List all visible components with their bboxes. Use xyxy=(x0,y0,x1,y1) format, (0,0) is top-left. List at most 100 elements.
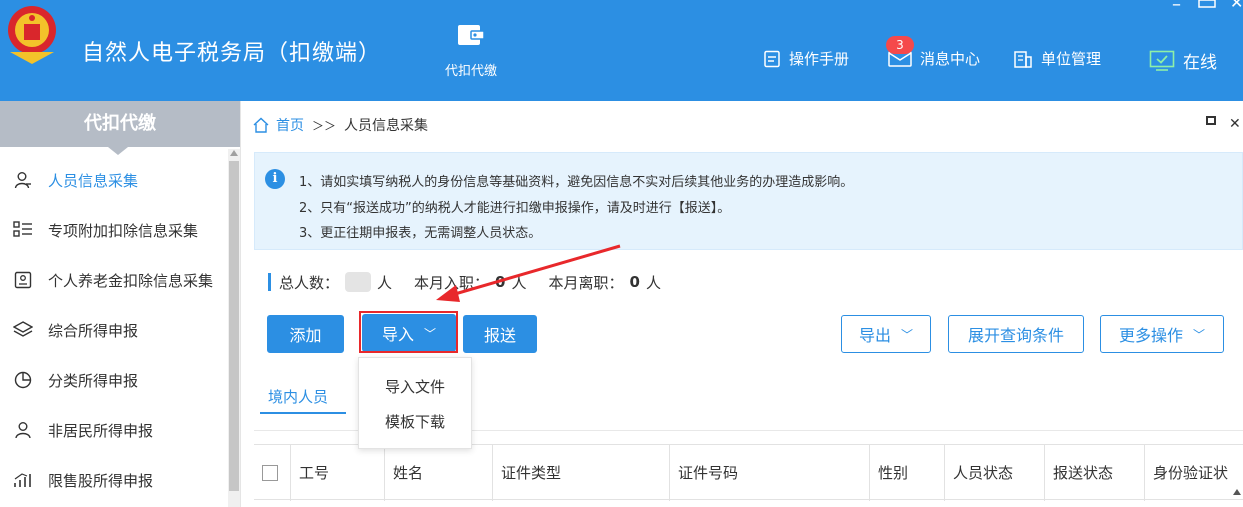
sidebar-item-label: 综合所得申报 xyxy=(48,321,139,340)
pension-card-icon xyxy=(12,271,34,289)
menu-item-import-file[interactable]: 导入文件 xyxy=(359,376,471,397)
table-scrollbar[interactable] xyxy=(1231,487,1243,507)
sidebar-item-label: 个人养老金扣除信息采集 xyxy=(48,271,214,290)
breadcrumb-current: 人员信息采集 xyxy=(344,118,429,134)
online-label: 在线 xyxy=(1183,53,1217,73)
joined-value: 0 xyxy=(495,273,506,291)
user-outline-icon xyxy=(12,421,34,439)
scroll-up-icon[interactable] xyxy=(230,150,238,156)
breadcrumb-home[interactable]: 首页 xyxy=(276,115,304,135)
column-header[interactable]: 证件类型 xyxy=(492,445,669,501)
column-header[interactable]: 人员状态 xyxy=(944,445,1044,501)
notice-line-3: 3、更正往期申报表，无需调整人员状态。 xyxy=(299,226,542,241)
sidebar-title: 代扣代缴 xyxy=(0,101,240,155)
manual-icon xyxy=(764,50,780,67)
total-unit: 人 xyxy=(377,273,393,292)
scrollbar-thumb[interactable] xyxy=(229,161,239,491)
online-status[interactable]: 在线 xyxy=(1149,48,1217,73)
left-label: 本月离职： xyxy=(548,273,624,292)
unit-label: 单位管理 xyxy=(1041,50,1102,68)
import-dropdown-menu: 导入文件 模板下载 xyxy=(358,357,472,449)
total-label: 总人数： xyxy=(279,273,340,292)
layers-icon xyxy=(12,321,34,339)
manual-link[interactable]: 操作手册 xyxy=(763,48,849,69)
module-label: 代扣代缴 xyxy=(444,64,497,79)
building-icon xyxy=(1014,50,1032,68)
column-header[interactable]: 工号 xyxy=(290,445,384,501)
column-header[interactable]: 性别 xyxy=(869,445,944,501)
submit-button-label: 报送 xyxy=(483,326,516,345)
restore-tab-icon[interactable] xyxy=(1205,114,1217,130)
left-unit: 人 xyxy=(645,273,661,292)
maximize-icon[interactable] xyxy=(1198,0,1216,12)
breadcrumb: 首页 ＞＞ 人员信息采集 xyxy=(252,115,428,135)
close-window-icon[interactable]: ✕ xyxy=(1230,0,1243,12)
info-notice: i 1、请如实填写纳税人的身份信息等基础资料，避免因信息不实对后续其他业务的办理… xyxy=(254,152,1243,250)
close-tab-icon[interactable]: ✕ xyxy=(1229,116,1241,132)
signal-icon xyxy=(12,471,34,489)
total-value-redacted xyxy=(345,272,372,292)
app-title: 自然人电子税务局（扣缴端） xyxy=(82,41,382,66)
annotation-highlight-box xyxy=(359,311,458,353)
left-value: 0 xyxy=(629,273,640,291)
personnel-stats: 总人数： 人 本月入职： 0 人 本月离职： 0 人 xyxy=(268,271,661,293)
unit-management-link[interactable]: 单位管理 xyxy=(1013,48,1101,69)
sidebar-scrollbar[interactable] xyxy=(228,149,240,507)
column-header[interactable]: 身份验证状 xyxy=(1144,445,1231,501)
app-header: 自然人电子税务局（扣缴端） 代扣代缴 操作手册 消息中心 3 单位管理 在线 –… xyxy=(0,0,1243,101)
chevron-down-icon: ﹀ xyxy=(901,327,914,342)
add-button[interactable]: 添加 xyxy=(267,315,344,353)
national-emblem-logo xyxy=(8,6,56,64)
menu-item-template-download[interactable]: 模板下载 xyxy=(359,411,471,432)
column-header[interactable]: 证件号码 xyxy=(669,445,869,501)
chevron-down-icon: ﹀ xyxy=(1193,327,1206,342)
sidebar: 代扣代缴 人员信息采集 专项附加扣除信息采集 个人养老金扣除信息采集 综合所得申… xyxy=(0,101,241,507)
home-icon[interactable] xyxy=(252,116,270,134)
sidebar-item-restricted-stock-income[interactable]: 限售股所得申报 xyxy=(0,455,228,505)
export-button-label: 导出 xyxy=(858,326,891,345)
notice-line-2: 2、只有“报送成功”的纳税人才能进行扣缴申报操作，请及时进行【报送】。 xyxy=(299,201,731,216)
sidebar-item-comprehensive-income[interactable]: 综合所得申报 xyxy=(0,305,228,355)
pie-icon xyxy=(12,371,34,389)
breadcrumb-separator: ＞＞ xyxy=(312,118,337,133)
more-actions-label: 更多操作 xyxy=(1118,326,1183,345)
message-label: 消息中心 xyxy=(920,50,981,68)
info-icon: i xyxy=(265,169,285,189)
tab-domestic-personnel[interactable]: 境内人员 xyxy=(268,386,328,407)
sidebar-item-personnel-info[interactable]: 人员信息采集 xyxy=(0,155,228,205)
sidebar-item-pension-deduction[interactable]: 个人养老金扣除信息采集 xyxy=(0,255,228,305)
module-daikou[interactable]: 代扣代缴 xyxy=(436,22,506,79)
sidebar-item-label: 非居民所得申报 xyxy=(48,421,154,440)
manual-label: 操作手册 xyxy=(789,50,850,68)
joined-label: 本月入职： xyxy=(414,273,490,292)
wallet-icon xyxy=(458,25,485,45)
joined-unit: 人 xyxy=(511,273,527,292)
scroll-up-icon[interactable] xyxy=(1233,489,1241,495)
sidebar-item-nonresident-income[interactable]: 非居民所得申报 xyxy=(0,405,228,455)
sidebar-item-label: 人员信息采集 xyxy=(48,171,139,190)
more-actions-button[interactable]: 更多操作 ﹀ xyxy=(1100,315,1224,353)
monitor-check-icon xyxy=(1149,50,1175,71)
active-tab-indicator xyxy=(260,412,346,414)
column-header[interactable]: 报送状态 xyxy=(1044,445,1144,501)
minimize-icon[interactable]: – xyxy=(1172,0,1181,14)
notice-line-1: 1、请如实填写纳税人的身份信息等基础资料，避免因信息不实对后续其他业务的办理造成… xyxy=(299,175,854,190)
person-icon xyxy=(12,171,34,189)
personnel-table-header: 工号 姓名 证件类型 证件号码 性别 人员状态 报送状态 身份验证状 xyxy=(254,444,1243,501)
expand-query-button[interactable]: 展开查询条件 xyxy=(948,315,1084,353)
submit-button[interactable]: 报送 xyxy=(463,315,537,353)
select-all-cell xyxy=(254,445,290,501)
message-count-badge: 3 xyxy=(886,36,914,54)
expand-query-label: 展开查询条件 xyxy=(967,326,1064,345)
sidebar-item-classified-income[interactable]: 分类所得申报 xyxy=(0,355,228,405)
sidebar-item-special-deduction[interactable]: 专项附加扣除信息采集 xyxy=(0,205,228,255)
export-button[interactable]: 导出 ﹀ xyxy=(841,315,931,353)
sidebar-item-label: 限售股所得申报 xyxy=(48,471,154,490)
list-icon xyxy=(12,221,34,239)
stats-accent-bar xyxy=(268,273,271,291)
sidebar-item-label: 分类所得申报 xyxy=(48,371,139,390)
column-header[interactable]: 姓名 xyxy=(384,445,492,501)
sidebar-item-label: 专项附加扣除信息采集 xyxy=(48,221,199,240)
select-all-checkbox[interactable] xyxy=(262,465,278,481)
add-button-label: 添加 xyxy=(289,326,322,345)
